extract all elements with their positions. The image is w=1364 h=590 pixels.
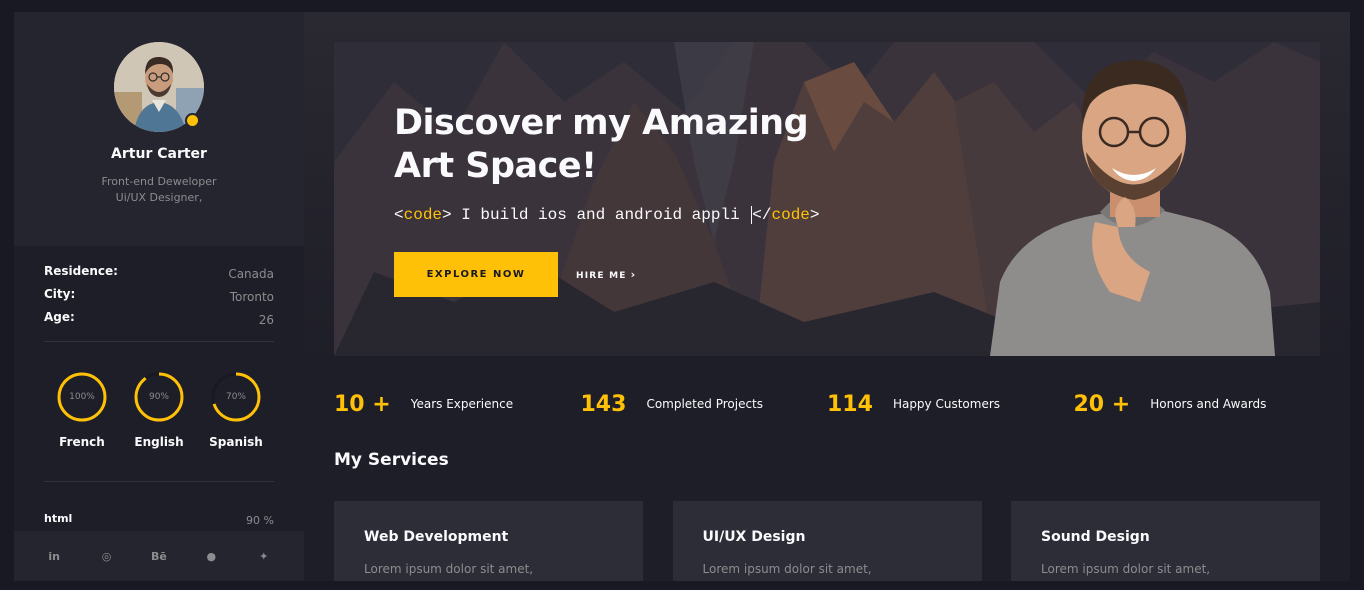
language-label: English (134, 435, 184, 449)
code-open-tag: <code> (394, 206, 452, 224)
info-row-age: Age: 26 (44, 310, 274, 333)
language-percent: 100% (69, 392, 95, 402)
code-open-close-bracket: > (442, 206, 452, 224)
info-label: Age: (44, 310, 75, 324)
language-percent: 70% (225, 392, 246, 402)
language-percent: 90% (148, 392, 169, 402)
behance-icon[interactable]: Bē (149, 550, 169, 563)
service-title: Sound Design (1041, 529, 1150, 545)
hire-me-link[interactable]: HIRE ME › (576, 268, 636, 281)
social-links: in ◎ Bē ● ✦ (14, 531, 304, 581)
code-close-word: code (771, 206, 810, 224)
info-value: Canada (228, 267, 274, 281)
language-english: 90% English (121, 371, 197, 481)
counter-projects: 143 Completed Projects (581, 390, 828, 418)
info-value: 26 (258, 313, 274, 327)
typed-code-line: <code> I build ios and android appli </c… (394, 206, 834, 224)
service-description: Lorem ipsum dolor sit amet, (702, 562, 872, 576)
profile-card: Artur Carter Front-end Deweloper Ui/UX D… (14, 12, 304, 246)
counter-value: 10 + (334, 391, 391, 417)
counter-label: Happy Customers (892, 397, 1001, 411)
chevron-right-icon: › (630, 268, 637, 281)
language-spanish: 70% Spanish (198, 371, 274, 481)
hire-me-label: HIRE ME (576, 271, 627, 281)
hero-banner: Discover my Amazing Art Space! <code> I … (334, 42, 1320, 356)
language-french: 100% French (44, 371, 120, 481)
linkedin-icon[interactable]: in (44, 550, 64, 563)
info-row-residence: Residence: Canada (44, 264, 274, 287)
dribbble-icon[interactable]: ◎ (97, 550, 117, 563)
hero-buttons: EXPLORE NOW HIRE ME › (394, 252, 636, 297)
counter-awards: 20 + Honors and Awards (1074, 390, 1321, 418)
online-status-dot (185, 113, 200, 128)
sidebar: Artur Carter Front-end Deweloper Ui/UX D… (14, 12, 304, 581)
service-card-web-development: Web Development Lorem ipsum dolor sit am… (334, 501, 643, 581)
counter-label: Completed Projects (646, 397, 764, 411)
twitter-icon[interactable]: ✦ (254, 550, 274, 563)
skill-label: html (44, 512, 73, 525)
profile-role-line-1: Front-end Deweloper (101, 175, 217, 188)
stats-counters: 10 + Years Experience 143 Completed Proj… (334, 390, 1320, 418)
profile-role-line-2: Ui/UX Designer, (115, 191, 203, 204)
language-label: French (59, 435, 105, 449)
service-card-sound-design: Sound Design Lorem ipsum dolor sit amet, (1011, 501, 1320, 581)
hero-title: Discover my Amazing Art Space! (394, 102, 834, 188)
counter-value: 114 (827, 391, 873, 417)
counter-label: Years Experience (410, 397, 514, 411)
code-close-end-bracket: > (809, 206, 820, 224)
code-close-tag: </code> (752, 206, 819, 224)
counter-label: Honors and Awards (1150, 397, 1267, 411)
counter-customers: 114 Happy Customers (827, 390, 1074, 418)
service-title: Web Development (364, 529, 509, 545)
explore-now-button[interactable]: EXPLORE NOW (394, 252, 558, 297)
services-list: Web Development Lorem ipsum dolor sit am… (334, 501, 1320, 581)
hero-person-image (990, 60, 1275, 356)
code-open-word: code (403, 206, 443, 224)
services-title: My Services (334, 450, 449, 470)
progress-ring: 90% (133, 371, 185, 423)
info-row-city: City: Toronto (44, 287, 274, 310)
counter-experience: 10 + Years Experience (334, 390, 581, 418)
profile-role: Front-end Deweloper Ui/UX Designer, (14, 174, 304, 206)
progress-ring: 100% (56, 371, 108, 423)
service-description: Lorem ipsum dolor sit amet, (1041, 562, 1211, 576)
languages: 100% French 90% English 70% Spanish (14, 342, 304, 481)
service-card-ui-ux-design: UI/UX Design Lorem ipsum dolor sit amet, (672, 501, 982, 581)
hero-title-line-2: Art Space! (394, 146, 597, 186)
skill-percent: 90 % (246, 514, 274, 527)
progress-ring: 70% (210, 371, 262, 423)
typed-text: I build ios and android appli (451, 206, 750, 224)
info-label: Residence: (44, 264, 118, 278)
github-icon[interactable]: ● (201, 550, 221, 563)
hero-text: Discover my Amazing Art Space! <code> I … (394, 102, 834, 224)
divider (44, 481, 274, 482)
profile-name: Artur Carter (111, 146, 207, 162)
personal-info: Residence: Canada City: Toronto Age: 26 (14, 246, 304, 333)
avatar-wrapper (114, 42, 204, 132)
counter-value: 20 + (1073, 391, 1131, 417)
counter-value: 143 (580, 391, 627, 417)
main-content: Discover my Amazing Art Space! <code> I … (304, 12, 1350, 581)
service-description: Lorem ipsum dolor sit amet, (364, 562, 534, 576)
info-label: City: (44, 287, 76, 301)
service-title: UI/UX Design (702, 529, 806, 545)
skill-html: html 90 % (14, 512, 304, 527)
code-open-bracket: < (394, 206, 404, 224)
code-close-bracket: </ (752, 206, 772, 224)
info-value: Toronto (229, 290, 274, 304)
language-label: Spanish (209, 435, 263, 449)
hero-title-line-1: Discover my Amazing (394, 103, 809, 143)
